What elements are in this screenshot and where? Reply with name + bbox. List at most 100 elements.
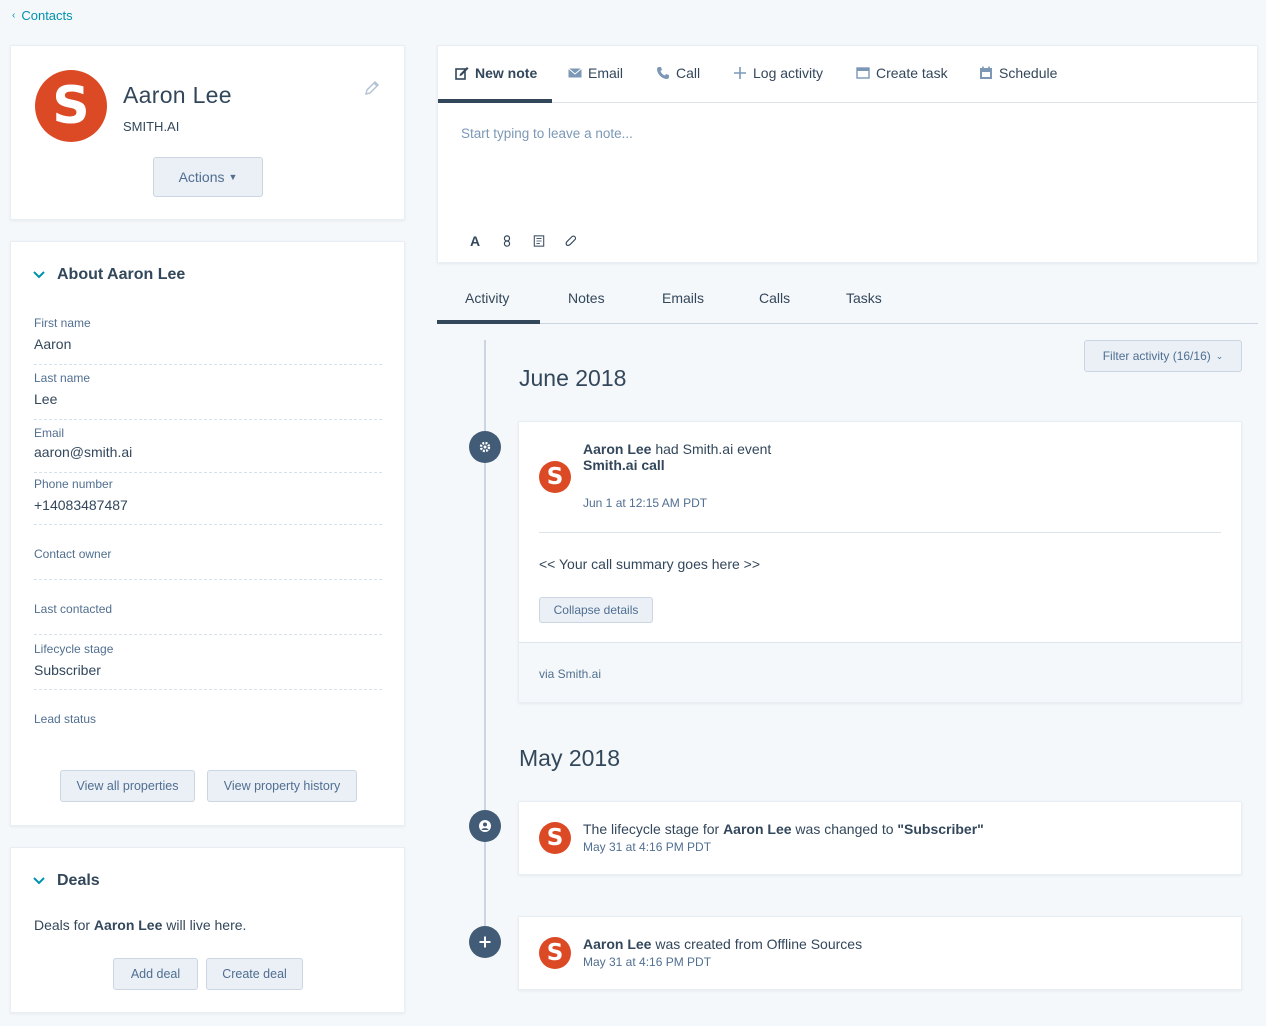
deals-section: Deals Deals for Aaron Lee will live here… bbox=[10, 847, 405, 1013]
profile-card: S Aaron Lee SMITH.AI Actions ▼ bbox=[10, 45, 405, 220]
tab-label: Email bbox=[588, 65, 624, 81]
link-icon[interactable] bbox=[500, 234, 514, 248]
filter-label: Filter activity (16/16) bbox=[1102, 349, 1211, 363]
property-last-name[interactable]: Last name Lee bbox=[34, 371, 382, 420]
property-label: First name bbox=[34, 316, 91, 330]
timeline-event-marker bbox=[469, 431, 501, 463]
active-tab-indicator bbox=[438, 99, 552, 103]
actions-dropdown-button[interactable]: Actions ▼ bbox=[153, 157, 263, 197]
property-label: Last name bbox=[34, 371, 91, 385]
property-label: Lifecycle stage bbox=[34, 642, 114, 656]
timeline-event-marker bbox=[469, 810, 501, 842]
activity-event-card[interactable]: S The lifecycle stage for Aaron Lee was … bbox=[518, 801, 1242, 875]
property-label: Phone number bbox=[34, 477, 113, 491]
about-title: About Aaron Lee bbox=[57, 266, 186, 283]
property-contact-owner[interactable]: Contact owner bbox=[34, 547, 382, 580]
back-to-contacts-link[interactable]: ‹ Contacts bbox=[12, 8, 73, 23]
activity-tabs: Activity Notes Emails Calls Tasks bbox=[437, 281, 1258, 324]
event-title: Aaron Lee had Smith.ai event bbox=[583, 441, 771, 457]
tab-new-note[interactable]: New note bbox=[455, 65, 537, 81]
tab-calls[interactable]: Calls bbox=[759, 290, 790, 306]
property-lead-status[interactable]: Lead status bbox=[34, 712, 382, 732]
activity-event-card[interactable]: S Aaron Lee was created from Offline Sou… bbox=[518, 916, 1242, 990]
event-text: was changed to bbox=[791, 821, 898, 837]
attachment-icon[interactable] bbox=[564, 234, 578, 248]
property-email[interactable]: Email aaron@smith.ai bbox=[34, 426, 382, 473]
event-timestamp: Jun 1 at 12:15 AM PDT bbox=[583, 496, 708, 510]
property-phone-number[interactable]: Phone number +14083487487 bbox=[34, 477, 382, 525]
phone-icon bbox=[657, 67, 669, 79]
tab-call[interactable]: Call bbox=[656, 65, 700, 81]
create-deal-button[interactable]: Create deal bbox=[206, 958, 303, 990]
company-avatar: S bbox=[539, 461, 571, 493]
tab-label: Call bbox=[676, 65, 701, 81]
tab-tasks[interactable]: Tasks bbox=[846, 290, 882, 306]
task-icon bbox=[856, 67, 870, 79]
tab-label: New note bbox=[475, 65, 538, 81]
note-input[interactable]: Start typing to leave a note... bbox=[461, 126, 633, 141]
envelope-icon bbox=[568, 68, 582, 78]
filter-activity-button[interactable]: Filter activity (16/16) ⌄ bbox=[1084, 340, 1242, 372]
event-text: had Smith.ai event bbox=[651, 441, 772, 457]
company-avatar: S bbox=[35, 70, 107, 142]
snippet-icon[interactable] bbox=[532, 234, 546, 248]
tab-label: Create task bbox=[876, 65, 948, 81]
back-link-label: Contacts bbox=[21, 8, 73, 23]
property-label: Last contacted bbox=[34, 602, 113, 616]
about-section-toggle[interactable]: About Aaron Lee bbox=[33, 266, 185, 284]
chevron-left-icon: ‹ bbox=[12, 10, 16, 21]
tab-create-task[interactable]: Create task bbox=[856, 65, 948, 81]
event-title: The lifecycle stage for Aaron Lee was ch… bbox=[583, 821, 984, 837]
contact-name: Aaron Lee bbox=[123, 82, 232, 108]
event-actor: Aaron Lee bbox=[723, 821, 792, 837]
property-value: aaron@smith.ai bbox=[34, 444, 133, 460]
event-footer: via Smith.ai bbox=[519, 642, 1241, 702]
active-tab-indicator bbox=[437, 320, 540, 324]
chevron-down-icon bbox=[33, 271, 45, 279]
timeline-event-marker bbox=[469, 926, 501, 958]
deals-section-toggle[interactable]: Deals bbox=[33, 872, 100, 890]
plus-icon bbox=[479, 936, 491, 948]
pencil-icon[interactable] bbox=[364, 80, 380, 96]
tab-email[interactable]: Email bbox=[568, 65, 623, 81]
collapse-details-button[interactable]: Collapse details bbox=[539, 597, 653, 623]
event-source: via Smith.ai bbox=[539, 667, 602, 681]
property-value: Lee bbox=[34, 391, 58, 407]
activity-event-card[interactable]: S Aaron Lee had Smith.ai event Smith.ai … bbox=[518, 421, 1242, 703]
event-text: The lifecycle stage for bbox=[583, 821, 724, 837]
property-first-name[interactable]: First name Aaron bbox=[34, 316, 382, 365]
tab-label: Schedule bbox=[999, 65, 1058, 81]
company-avatar: S bbox=[539, 937, 571, 969]
view-all-properties-button[interactable]: View all properties bbox=[60, 770, 195, 802]
event-subtitle: Smith.ai call bbox=[583, 457, 665, 473]
property-last-contacted[interactable]: Last contacted bbox=[34, 602, 382, 635]
gear-icon bbox=[479, 441, 491, 453]
note-toolbar: A bbox=[468, 233, 578, 249]
tab-activity[interactable]: Activity bbox=[465, 290, 509, 306]
deals-title: Deals bbox=[57, 872, 100, 889]
about-section: About Aaron Lee First name Aaron Last na… bbox=[10, 241, 405, 826]
event-value: "Subscriber" bbox=[897, 821, 984, 837]
composer-tabs: New note Email Call Log activity Create … bbox=[438, 46, 1257, 103]
add-deal-button[interactable]: Add deal bbox=[113, 958, 198, 990]
tab-log-activity[interactable]: Log activity bbox=[733, 65, 823, 81]
property-lifecycle-stage[interactable]: Lifecycle stage Subscriber bbox=[34, 642, 382, 690]
divider bbox=[539, 532, 1221, 533]
text-style-icon[interactable]: A bbox=[468, 233, 482, 249]
event-timestamp: May 31 at 4:16 PM PDT bbox=[583, 840, 712, 854]
property-label: Contact owner bbox=[34, 547, 112, 561]
event-timestamp: May 31 at 4:16 PM PDT bbox=[583, 955, 712, 969]
view-property-history-button[interactable]: View property history bbox=[207, 770, 357, 802]
property-value: +14083487487 bbox=[34, 497, 128, 513]
tab-label: Log activity bbox=[753, 65, 824, 81]
tab-emails[interactable]: Emails bbox=[662, 290, 704, 306]
caret-down-icon: ▼ bbox=[228, 172, 238, 182]
chevron-down-icon bbox=[33, 877, 45, 885]
event-actor: Aaron Lee bbox=[583, 441, 652, 457]
activity-composer: New note Email Call Log activity Create … bbox=[437, 45, 1258, 263]
person-icon bbox=[479, 820, 491, 832]
event-title: Aaron Lee was created from Offline Sourc… bbox=[583, 936, 862, 952]
tab-notes[interactable]: Notes bbox=[568, 290, 605, 306]
deals-empty-text: Deals for Aaron Lee will live here. bbox=[34, 917, 246, 933]
tab-schedule[interactable]: Schedule bbox=[979, 65, 1057, 81]
